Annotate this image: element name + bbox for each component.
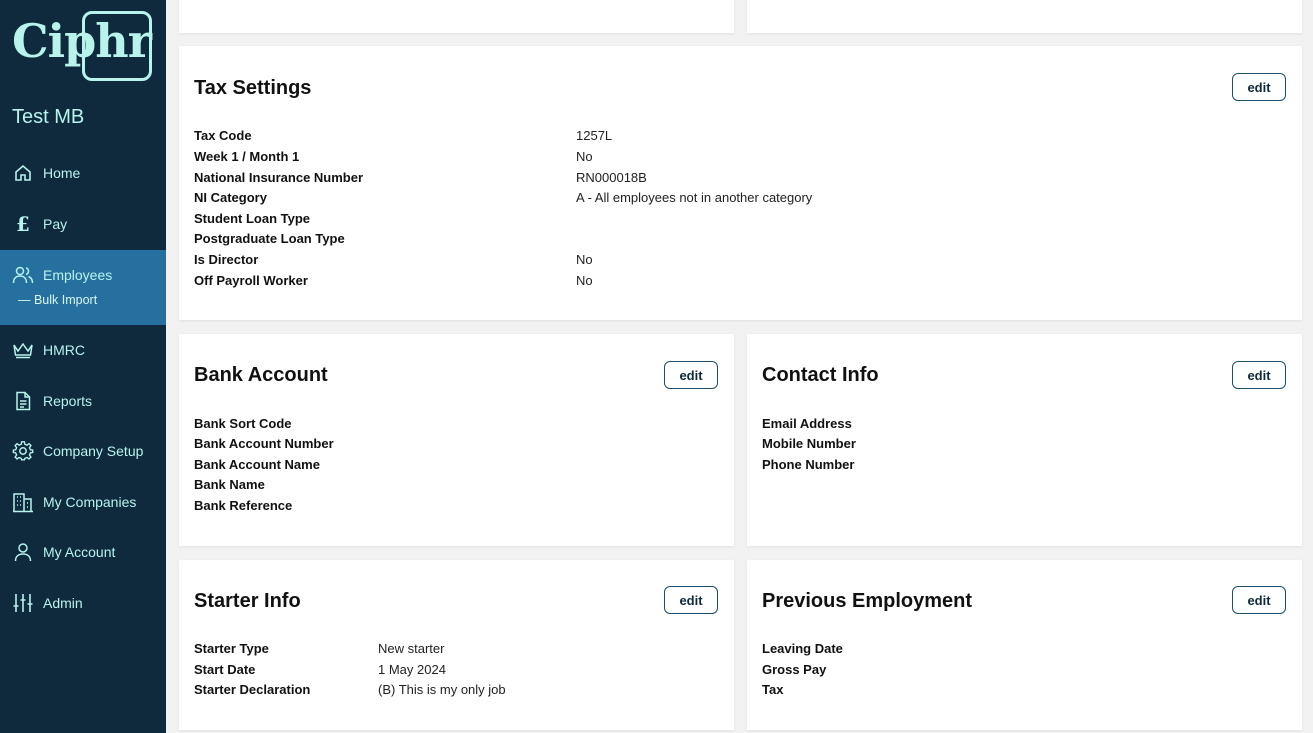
card-title: Previous Employment bbox=[762, 590, 973, 612]
people-icon bbox=[12, 264, 34, 286]
field-label: Starter Type bbox=[194, 641, 269, 656]
field-label: Start Date bbox=[194, 662, 256, 677]
field-value: New starter bbox=[378, 641, 445, 656]
nav-label: My Account bbox=[43, 544, 116, 560]
nav-sub-item-bulk-import[interactable]: — Bulk Import bbox=[18, 293, 97, 307]
partial-card-right bbox=[747, 0, 1302, 33]
field-value: 1 May 2024 bbox=[378, 662, 446, 677]
nav-item-home[interactable]: Home bbox=[0, 151, 166, 195]
contact-info-card: Contact Info edit Email Address Mobile N… bbox=[747, 334, 1302, 546]
nav-label: Pay bbox=[43, 216, 68, 232]
field-value: No bbox=[576, 273, 593, 288]
field-label: Tax Code bbox=[194, 128, 252, 143]
previous-employment-card: Previous Employment edit Leaving Date Gr… bbox=[747, 560, 1302, 730]
field-label: Starter Declaration bbox=[194, 682, 311, 697]
field-label: NI Category bbox=[194, 190, 267, 205]
card-title: Contact Info bbox=[762, 364, 879, 386]
field-label: Postgraduate Loan Type bbox=[194, 231, 345, 246]
company-name: Test MB bbox=[12, 106, 85, 128]
starter-info-card: Starter Info edit Starter Type New starte… bbox=[179, 560, 734, 730]
field-label: Bank Name bbox=[194, 477, 265, 492]
gear-icon bbox=[12, 440, 34, 462]
tax-settings-card: Tax Settings edit Tax Code 1257L Week 1 /… bbox=[179, 46, 1302, 320]
document-icon bbox=[12, 390, 34, 412]
field-label: National Insurance Number bbox=[194, 170, 364, 185]
sliders-icon bbox=[12, 592, 34, 614]
card-title: Starter Info bbox=[194, 590, 301, 612]
ciphr-logo[interactable]: Ciphr bbox=[10, 10, 152, 82]
edit-starter-info-button[interactable]: edit bbox=[664, 586, 718, 614]
field-value: (B) This is my only job bbox=[378, 682, 506, 697]
field-label: Gross Pay bbox=[762, 662, 827, 677]
field-value: No bbox=[576, 252, 593, 267]
nav-label: HMRC bbox=[43, 342, 85, 358]
field-label: Student Loan Type bbox=[194, 211, 311, 226]
field-label: Bank Account Number bbox=[194, 436, 334, 451]
edit-bank-account-button[interactable]: edit bbox=[664, 361, 718, 389]
nav-item-hmrc[interactable]: HMRC bbox=[0, 328, 166, 372]
sidebar: Ciphr Test MB Home £ Pay Employees — Bul… bbox=[0, 0, 166, 733]
edit-previous-employment-button[interactable]: edit bbox=[1232, 586, 1286, 614]
partial-card-left bbox=[179, 0, 734, 33]
nav-label: My Companies bbox=[43, 494, 137, 510]
field-label: Email Address bbox=[762, 416, 852, 431]
building-icon bbox=[12, 491, 34, 513]
card-title: Bank Account bbox=[194, 364, 328, 386]
nav-item-employees[interactable]: Employees bbox=[0, 253, 166, 297]
nav-item-reports[interactable]: Reports bbox=[0, 379, 166, 423]
field-label: Is Director bbox=[194, 252, 259, 267]
field-label: Bank Sort Code bbox=[194, 416, 292, 431]
crown-icon bbox=[12, 339, 34, 361]
field-label: Tax bbox=[762, 682, 784, 697]
field-label: Mobile Number bbox=[762, 436, 856, 451]
field-value: RN000018B bbox=[576, 170, 647, 185]
card-title: Tax Settings bbox=[194, 77, 312, 99]
nav-label: Home bbox=[43, 165, 81, 181]
person-icon bbox=[12, 541, 34, 563]
nav-item-my-companies[interactable]: My Companies bbox=[0, 480, 166, 524]
bank-account-card: Bank Account edit Bank Sort Code Bank Ac… bbox=[179, 334, 734, 546]
field-value: No bbox=[576, 149, 593, 164]
edit-contact-info-button[interactable]: edit bbox=[1232, 361, 1286, 389]
field-value: A - All employees not in another categor… bbox=[576, 190, 813, 205]
field-label: Off Payroll Worker bbox=[194, 273, 308, 288]
nav-label: Company Setup bbox=[43, 443, 144, 459]
field-label: Leaving Date bbox=[762, 641, 843, 656]
field-label: Week 1 / Month 1 bbox=[194, 149, 300, 164]
nav-item-my-account[interactable]: My Account bbox=[0, 530, 166, 574]
nav-item-company-setup[interactable]: Company Setup bbox=[0, 429, 166, 473]
nav-label: Admin bbox=[43, 595, 83, 611]
edit-tax-settings-button[interactable]: edit bbox=[1232, 73, 1286, 101]
field-value: 1257L bbox=[576, 128, 613, 143]
field-label: Bank Account Name bbox=[194, 457, 320, 472]
nav-item-admin[interactable]: Admin bbox=[0, 581, 166, 625]
nav-label: Reports bbox=[43, 393, 93, 409]
field-label: Bank Reference bbox=[194, 498, 293, 513]
field-label: Phone Number bbox=[762, 457, 855, 472]
logo-text: Ciphr bbox=[12, 14, 152, 68]
nav-label: Employees bbox=[43, 267, 113, 283]
home-icon bbox=[12, 162, 34, 184]
nav-item-pay[interactable]: £ Pay bbox=[0, 202, 166, 246]
pound-icon: £ bbox=[16, 212, 30, 236]
